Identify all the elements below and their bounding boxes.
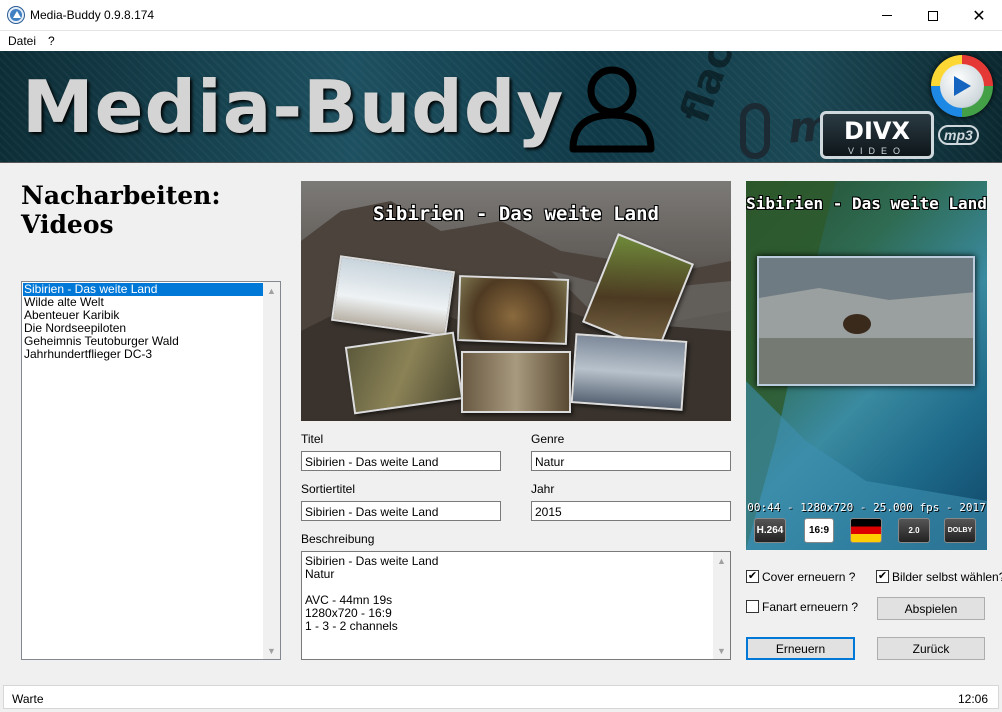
media-player-logo-icon [931,55,993,117]
aspect-16-9-icon: 16:9 [804,518,834,543]
titel-input[interactable]: Sibirien - Das weite Land [301,451,501,471]
play-icon [954,76,971,96]
beschreibung-textarea[interactable]: Sibirien - Das weite Land Natur AVC - 44… [301,551,731,660]
divx-logo-subtext: VIDEO [847,146,906,156]
bilder-waehlen-checkbox[interactable]: ✔ [876,570,889,583]
jahr-input[interactable]: 2015 [531,501,731,521]
bilder-waehlen-label[interactable]: Bilder selbst wählen? [892,570,1002,584]
cover-image: Sibirien - Das weite Land [301,181,731,421]
zurueck-button[interactable]: Zurück [877,637,985,660]
h264-icon: H.264 [754,518,786,543]
fanart-title: Sibirien - Das weite Land [746,194,987,213]
genre-input[interactable]: Natur [531,451,731,471]
title-bar: Media-Buddy 0.9.8.174 ✕ [0,0,1002,31]
cover-erneuern-checkbox[interactable]: ✔ [746,570,759,583]
scroll-down-icon[interactable]: ▼ [713,642,730,659]
textarea-scrollbar[interactable]: ▲ ▼ [713,552,730,659]
fanart-image: Sibirien - Das weite Land 00:44 - 1280x7… [746,181,987,550]
menu-bar: Datei ? [0,31,1002,51]
page-heading-line2: Videos [21,210,114,239]
checkmark-icon: ✔ [877,570,888,582]
beschreibung-line: Natur [305,567,335,581]
mp3-logo: mp3 [938,125,979,145]
user-icon [569,66,655,153]
close-button[interactable]: ✕ [956,0,1002,31]
menu-help[interactable]: ? [48,34,55,48]
banner-title: Media-Buddy [22,65,565,149]
list-scrollbar[interactable]: ▲ ▼ [263,282,280,659]
titel-label: Titel [301,432,324,446]
cover-photo-forest [570,333,688,411]
scroll-down-icon[interactable]: ▼ [263,642,280,659]
status-bar: Warte 12:06 [0,684,1002,712]
maximize-button[interactable] [910,0,956,31]
jahr-label: Jahr [531,482,555,496]
cover-photo-marmot [456,275,570,345]
divx-logo-text: DIVX [844,117,910,145]
status-time: 12:06 [957,692,988,706]
close-icon: ✕ [972,7,986,25]
cover-photo-lynx [461,351,571,413]
beschreibung-label: Beschreibung [301,532,375,546]
app-banner: Media-Buddy flac mpeg DIVX VIDEO mp3 [0,51,1002,163]
genre-label: Genre [531,432,565,446]
cover-erneuern-label[interactable]: Cover erneuern ? [762,570,855,584]
abspielen-button[interactable]: Abspielen [877,597,985,620]
media-player-logo-inner [940,64,984,108]
media-logo-icon [740,103,770,159]
sortiertitel-input[interactable]: Sibirien - Das weite Land [301,501,501,521]
scroll-up-icon[interactable]: ▲ [713,552,730,569]
cover-title: Sibirien - Das weite Land [373,203,659,225]
audio-channels-icon: 2.0 [898,518,930,543]
fanart-still-image [757,256,975,386]
fanart-erneuern-checkbox[interactable] [746,600,759,613]
checkmark-icon: ✔ [747,570,758,582]
page-heading-line1: Nacharbeiten: [21,181,221,210]
status-text: Warte [12,692,44,706]
german-flag-icon [850,518,882,543]
list-item[interactable]: Jahrhundertflieger DC-3 [23,348,263,361]
beschreibung-line: 1 - 3 - 2 channels [305,619,398,633]
flac-logo: flac [672,51,743,129]
fanart-info-line: 00:44 - 1280x720 - 25.000 fps - 2017 [747,501,986,514]
fanart-erneuern-label[interactable]: Fanart erneuern ? [762,600,858,614]
video-list[interactable]: Sibirien - Das weite Land Wilde alte Wel… [21,281,281,660]
maximize-icon [928,10,938,21]
fanart-still-scene [759,258,973,384]
dolby-icon: DOLBY [944,518,976,543]
menu-datei[interactable]: Datei [8,34,36,48]
page-heading: Nacharbeiten: Videos [21,181,221,239]
window-title: Media-Buddy 0.9.8.174 [30,8,155,22]
minimize-button[interactable] [864,0,910,31]
app-icon [8,7,24,23]
status-panel: Warte 12:06 [3,685,999,709]
scroll-up-icon[interactable]: ▲ [263,282,280,299]
sortiertitel-label: Sortiertitel [301,482,356,496]
divx-logo: DIVX VIDEO [820,111,934,159]
erneuern-button[interactable]: Erneuern [746,637,855,660]
minimize-icon [882,15,892,16]
